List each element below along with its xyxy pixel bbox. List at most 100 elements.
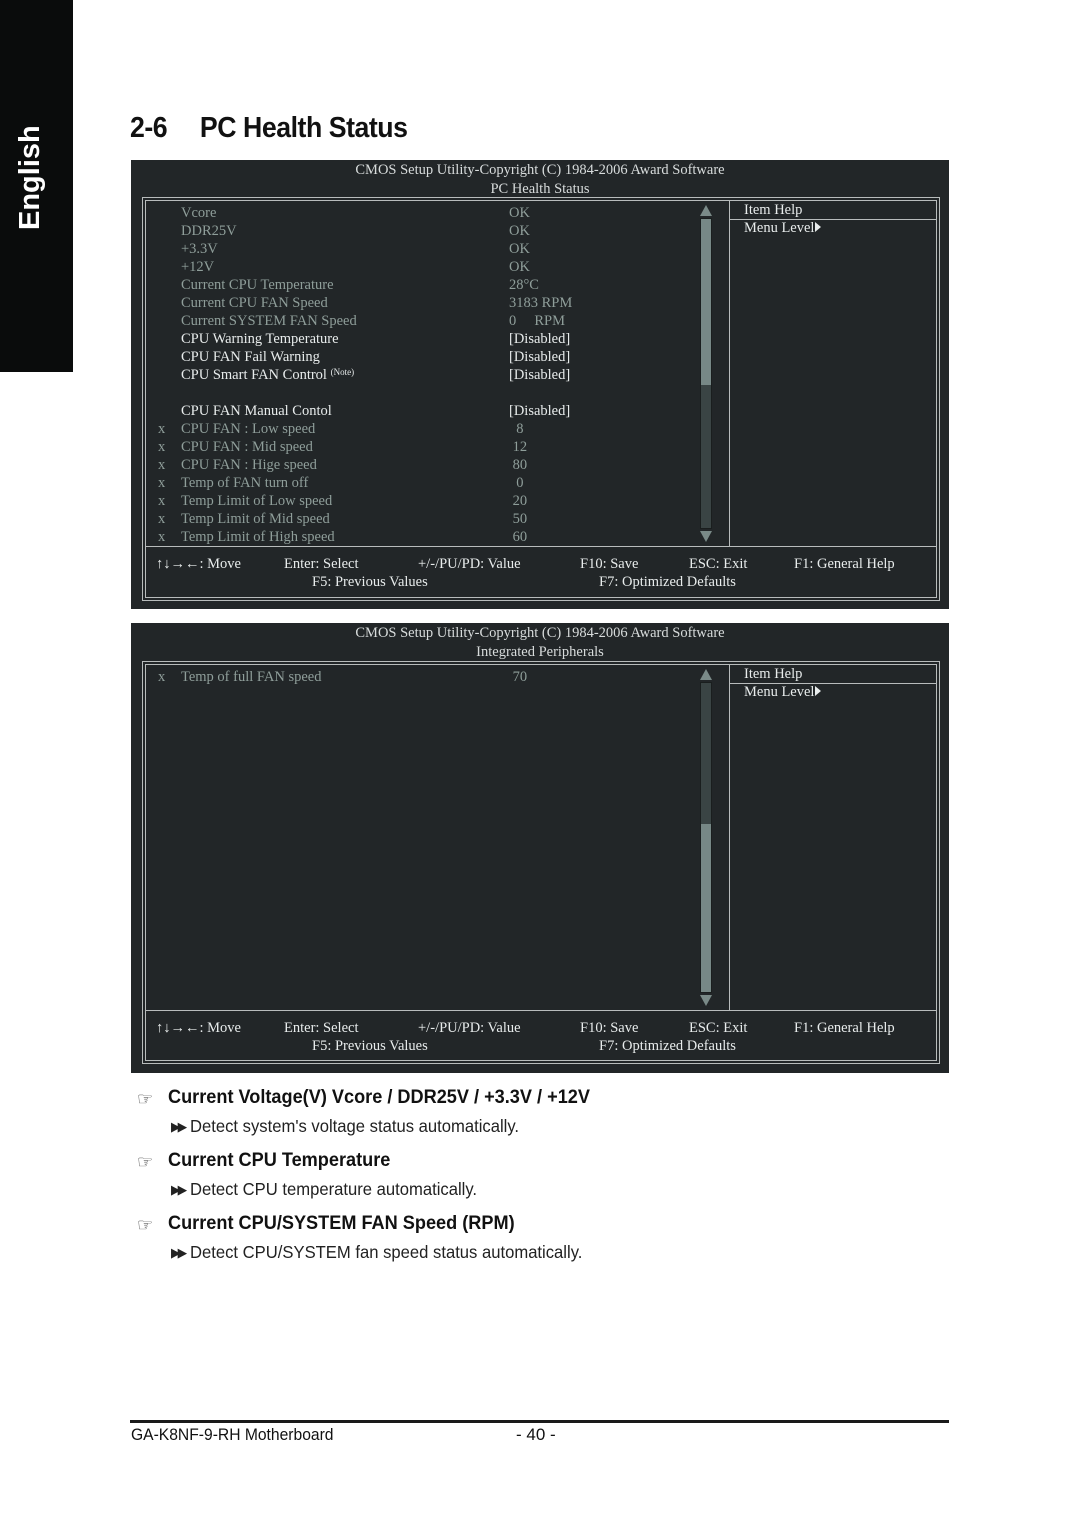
- setting-row[interactable]: Current SYSTEM FAN Speed 0 RPM: [146, 312, 706, 330]
- bios-frame: x Temp of full FAN speed 70 Item Help Men…: [142, 661, 940, 1064]
- description-text: ▶▶ Detect CPU/SYSTEM fan speed status aut…: [171, 1242, 582, 1263]
- disabled-marker: x: [158, 529, 166, 545]
- section-title-text: PC Health Status: [199, 112, 408, 144]
- key-value: +/-/PU/PD: Value: [418, 556, 521, 572]
- settings-list: x Temp of full FAN speed 70: [146, 668, 706, 686]
- setting-label: Current CPU FAN Speed: [181, 294, 328, 312]
- setting-row[interactable]: +3.3V OK: [146, 240, 706, 258]
- setting-label-text: CPU FAN : Low speed: [181, 421, 316, 437]
- triangle-right-icon: [815, 222, 822, 232]
- scrollbar[interactable]: [700, 669, 712, 1007]
- footer-separator: [146, 546, 936, 547]
- setting-value[interactable]: [Disabled]: [509, 402, 570, 420]
- setting-row[interactable]: x Temp Limit of High speed 60: [146, 528, 706, 546]
- key-value: +/-/PU/PD: Value: [418, 1020, 521, 1036]
- setting-row[interactable]: x Temp of full FAN speed 70: [146, 668, 706, 686]
- setting-row[interactable]: x Temp Limit of Mid speed 50: [146, 510, 706, 528]
- setting-row[interactable]: CPU Smart FAN Control (Note) [Disabled]: [146, 366, 706, 384]
- description-title: Current CPU/SYSTEM FAN Speed (RPM): [168, 1212, 515, 1234]
- setting-value[interactable]: [Disabled]: [509, 330, 570, 348]
- footer-separator: [146, 1010, 936, 1011]
- setting-value: 3183 RPM: [509, 295, 573, 311]
- setting-row[interactable]: CPU FAN Fail Warning [Disabled]: [146, 348, 706, 366]
- setting-label: CPU Warning Temperature: [181, 330, 339, 348]
- setting-value: 28°C: [509, 277, 539, 293]
- setting-label-text: CPU FAN Fail Warning: [181, 349, 320, 365]
- setting-label: Current SYSTEM FAN Speed: [181, 312, 357, 330]
- setting-label-text: CPU Smart FAN Control: [181, 367, 327, 383]
- scroll-track[interactable]: [700, 682, 712, 993]
- setting-label-text: CPU FAN Manual Contol: [181, 403, 332, 419]
- setting-row[interactable]: x CPU FAN : Low speed 8: [146, 420, 706, 438]
- setting-label-text: Current SYSTEM FAN Speed: [181, 313, 357, 329]
- key-select: Enter: Select: [284, 1020, 359, 1036]
- setting-label-text: Current CPU Temperature: [181, 277, 334, 293]
- setting-row[interactable]: CPU Warning Temperature [Disabled]: [146, 330, 706, 348]
- language-tab: English: [0, 0, 73, 372]
- description-text: ▶▶ Detect CPU temperature automatically.: [171, 1179, 477, 1200]
- key-move: ↑↓→←: Move: [156, 556, 241, 572]
- scroll-thumb[interactable]: [701, 824, 711, 992]
- bios-header-page: Integrated Peripherals: [476, 644, 604, 660]
- setting-row[interactable]: x CPU FAN : Hige speed 80: [146, 456, 706, 474]
- scrollbar[interactable]: [700, 205, 712, 543]
- menu-level: Menu Level: [744, 683, 822, 701]
- spacer-row: [146, 384, 706, 402]
- setting-value: 8: [509, 421, 524, 437]
- setting-label-text: Temp Limit of Low speed: [181, 493, 333, 509]
- setting-label: CPU FAN : Mid speed: [181, 438, 313, 456]
- bios-inner-frame: Vcore OK DDR25V OK +3.3V OK +12V OK Current CPU …: [145, 200, 937, 598]
- disabled-marker: x: [158, 421, 166, 437]
- scroll-down-arrow-icon[interactable]: [700, 995, 712, 1006]
- key-move: ↑↓→←: Move: [156, 1020, 241, 1036]
- scroll-up-arrow-icon[interactable]: [700, 205, 712, 216]
- scroll-up-arrow-icon[interactable]: [700, 669, 712, 680]
- setting-row[interactable]: +12V OK: [146, 258, 706, 276]
- bios-header-page: PC Health Status: [490, 181, 590, 197]
- setting-row[interactable]: x Temp Limit of Low speed 20: [146, 492, 706, 510]
- setting-row[interactable]: Current CPU Temperature 28°C: [146, 276, 706, 294]
- key-general-help: F1: General Help: [794, 1020, 895, 1036]
- setting-row[interactable]: x Temp of FAN turn off 0: [146, 474, 706, 492]
- setting-value[interactable]: [Disabled]: [509, 366, 570, 384]
- key-exit: ESC: Exit: [689, 1020, 748, 1036]
- setting-row[interactable]: x CPU FAN : Mid speed 12: [146, 438, 706, 456]
- page-number: - 40 -: [516, 1425, 556, 1444]
- setting-label-text: +3.3V: [181, 241, 218, 257]
- fast-forward-icon: ▶▶: [171, 1245, 187, 1260]
- description-title: Current Voltage(V) Vcore / DDR25V / +3.3…: [168, 1086, 590, 1108]
- setting-label: Temp of full FAN speed: [181, 668, 321, 686]
- setting-label-text: Temp of full FAN speed: [181, 669, 322, 685]
- disabled-marker: x: [158, 493, 166, 509]
- scroll-thumb[interactable]: [701, 219, 711, 385]
- setting-label: CPU FAN Fail Warning: [181, 348, 320, 366]
- scroll-down-arrow-icon[interactable]: [700, 531, 712, 542]
- setting-value: 50: [509, 511, 528, 527]
- setting-row[interactable]: Vcore OK: [146, 204, 706, 222]
- triangle-right-icon: [815, 686, 822, 696]
- item-help-title: Item Help: [744, 666, 803, 682]
- bios-inner-frame: x Temp of full FAN speed 70 Item Help Men…: [145, 664, 937, 1061]
- setting-value: OK: [509, 241, 530, 257]
- fast-forward-icon: ▶▶: [171, 1119, 187, 1134]
- setting-row[interactable]: Current CPU FAN Speed 3183 RPM: [146, 294, 706, 312]
- item-help-panel: Item Help Menu Level: [730, 201, 936, 546]
- setting-value: 70: [509, 669, 528, 685]
- setting-label: CPU FAN Manual Contol: [181, 402, 332, 420]
- disabled-marker: x: [158, 475, 166, 491]
- scroll-track[interactable]: [700, 218, 712, 529]
- setting-label-text: Current CPU FAN Speed: [181, 295, 328, 311]
- menu-level-label: Menu Level: [744, 220, 815, 236]
- setting-label-text: CPU FAN : Hige speed: [181, 457, 317, 473]
- setting-label-text: DDR25V: [181, 223, 237, 239]
- section-number: 2-6: [130, 112, 168, 144]
- setting-value[interactable]: [Disabled]: [509, 348, 570, 366]
- menu-level: Menu Level: [744, 219, 822, 237]
- bios-frame: Vcore OK DDR25V OK +3.3V OK +12V OK Current CPU …: [142, 197, 940, 601]
- setting-row[interactable]: CPU FAN Manual Contol [Disabled]: [146, 402, 706, 420]
- setting-row[interactable]: DDR25V OK: [146, 222, 706, 240]
- setting-label: Temp Limit of High speed: [181, 528, 335, 546]
- setting-value: OK: [509, 223, 530, 239]
- setting-label-text: Vcore: [181, 205, 217, 221]
- description-body: Detect system's voltage status automatic…: [190, 1116, 520, 1136]
